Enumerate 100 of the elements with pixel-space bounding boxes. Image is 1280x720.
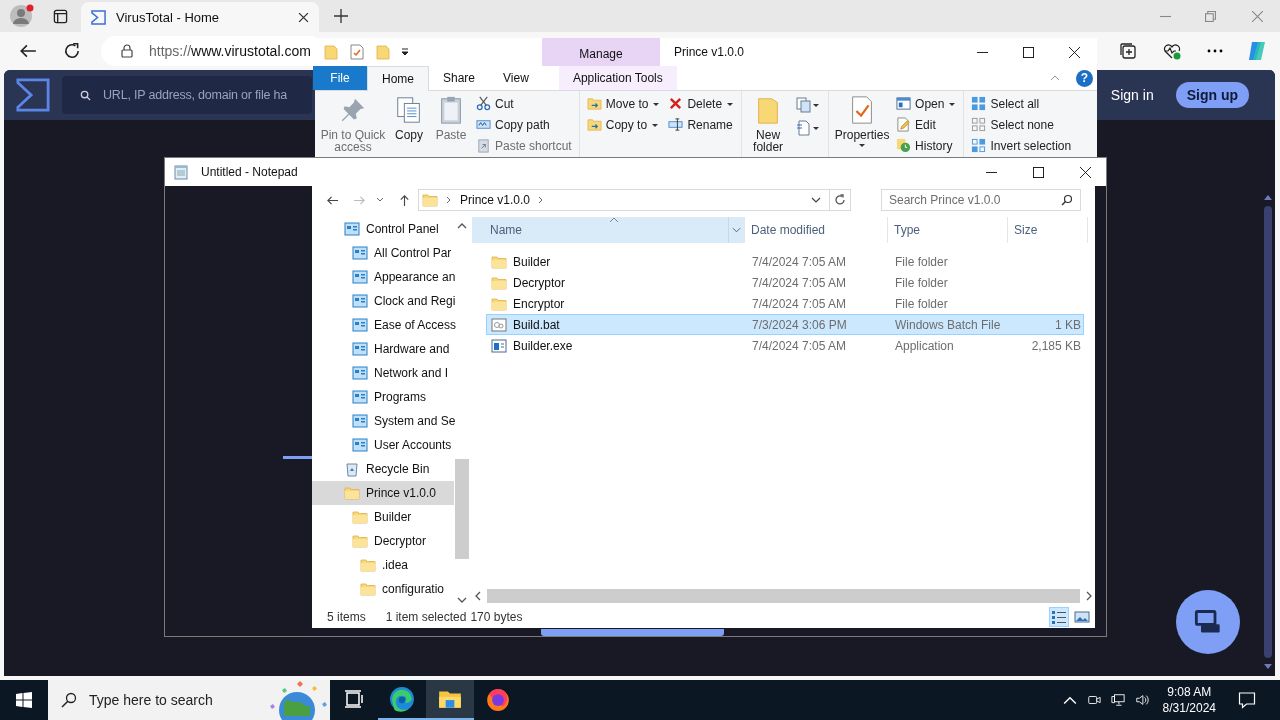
ribbon-button[interactable]: History [893,135,960,156]
collections-icon[interactable] [1119,42,1137,60]
column-header[interactable]: Size [1008,217,1088,243]
easy-access-icon[interactable] [796,120,821,136]
maximize-icon[interactable] [1023,46,1034,58]
scroll-down-icon[interactable] [457,597,467,603]
scroll-thumb[interactable] [1264,206,1272,658]
ribbon-button[interactable]: Rename [665,114,738,135]
up-icon[interactable] [398,193,411,207]
tree-item[interactable]: .idea [312,553,454,577]
tree-item[interactable]: System and Se [312,409,454,433]
recent-locations-caret-icon[interactable] [376,197,384,203]
tree-item[interactable]: Ease of Access [312,313,454,337]
collapse-ribbon-icon[interactable] [1050,75,1060,81]
file-row[interactable]: Build.bat 7/3/2024 3:06 PM Windows Batch File 1 KB [486,314,1084,335]
address-bar[interactable]: Prince v1.0.0 [418,189,851,211]
file-row[interactable]: Encryptor 7/4/2024 7:05 AM File folder [486,293,1084,314]
ribbon-button[interactable]: Select none [968,114,1075,135]
tree-item[interactable]: All Control Par [312,241,454,265]
ribbon-tab[interactable]: View [489,66,543,90]
volume-icon[interactable] [1134,693,1149,707]
customize-caret-icon[interactable] [401,48,409,56]
profile-avatar-icon[interactable] [10,4,34,28]
tab-actions-icon[interactable] [53,8,68,24]
heartbeat-icon[interactable] [1163,42,1181,60]
table-cell-text: 7/3/2024 3:06 PM [751,317,848,332]
tree-item[interactable]: Decryptor [312,529,454,553]
back-icon[interactable] [19,42,37,60]
tree-item[interactable]: Prince v1.0.0 [312,481,454,505]
refresh-icon[interactable] [63,42,81,60]
ribbon-button[interactable]: Copy to [583,114,664,135]
chevron-icon[interactable] [538,196,545,204]
file-row[interactable]: Builder 7/4/2024 7:05 AM File folder [486,251,1084,272]
notification-icon[interactable] [1238,691,1256,709]
search-field[interactable]: Type here to search [48,680,330,720]
sign-in-link[interactable]: Sign in [1110,87,1154,103]
large-icons-view-icon [1074,608,1090,625]
column-header[interactable]: Name [472,217,745,243]
close-icon[interactable] [1069,46,1080,58]
ribbon-button[interactable]: Copy path [473,114,575,135]
properties-icon[interactable] [349,44,365,60]
ribbon-tab[interactable]: Application Tools [558,66,677,90]
scroll-up-icon[interactable] [1264,194,1272,200]
file-row[interactable]: Decryptor 7/4/2024 7:05 AM File folder [486,272,1084,293]
taskbar-app[interactable] [426,680,474,720]
camera-icon[interactable] [1086,693,1101,707]
file-row[interactable]: Builder.exe 7/4/2024 7:05 AM Application 2,185 KB [486,335,1084,356]
ribbon-tab[interactable]: Share [429,66,490,90]
browser-tab[interactable]: VirusTotal - Home [81,2,319,32]
file-menu-tab[interactable]: File [313,66,367,90]
tree-item[interactable]: Programs [312,385,454,409]
network-icon[interactable] [1110,693,1125,707]
chevron-icon[interactable] [446,196,452,204]
ribbon-button[interactable]: Delete [665,93,738,114]
close-icon[interactable] [298,11,309,23]
tree-item[interactable]: Hardware and [312,337,454,361]
windows-start-icon[interactable] [16,692,32,708]
dropdown-icon[interactable] [811,197,821,203]
tree-item[interactable]: configuratio [312,577,454,601]
tree-item[interactable]: Clock and Regi [312,289,454,313]
scroll-thumb[interactable] [455,459,469,559]
copilot-icon[interactable] [1246,40,1268,62]
column-header[interactable]: Type [888,217,1008,243]
tree-item[interactable]: Recycle Bin [312,457,454,481]
ribbon-button[interactable]: Invert selection [968,135,1075,156]
scrollbar[interactable] [1263,194,1273,670]
details-view-button[interactable] [1049,606,1069,627]
ribbon-button[interactable]: Edit [893,114,960,135]
tree-item[interactable]: Network and I [312,361,454,385]
more-icon[interactable] [1207,49,1223,53]
tree-item[interactable]: Appearance an [312,265,454,289]
scroll-right-icon[interactable] [1086,590,1092,601]
ribbon-button[interactable]: Select all [968,93,1075,114]
column-header[interactable]: Date modified [745,217,888,243]
restore-icon[interactable] [1205,11,1216,22]
scroll-up-icon[interactable] [457,223,467,229]
tree-item[interactable]: Builder [312,505,454,529]
address-bar[interactable]: https://www.virustotal.com [101,36,315,66]
scroll-left-icon[interactable] [475,590,481,601]
search-field[interactable]: Search Prince v1.0.0 [881,189,1081,211]
sign-up-button[interactable]: Sign up [1175,82,1249,108]
tree-item[interactable]: Control Panel [312,217,454,241]
clock[interactable]: 9:08 AM 8/31/2024 [1162,684,1216,716]
ribbon-button[interactable]: Properties [833,93,892,157]
ribbon-button[interactable]: Move to [583,93,664,114]
breadcrumb[interactable]: Prince v1.0.0 [460,193,531,207]
ribbon-button[interactable]: Open [893,93,960,114]
new-tab-icon[interactable] [334,9,348,23]
scroll-down-icon[interactable] [1264,664,1272,670]
ribbon-button[interactable]: Cut [473,93,575,114]
help-button[interactable]: ? [1076,69,1093,87]
close-icon[interactable] [1080,166,1091,178]
maximize-icon[interactable] [1033,166,1044,178]
new-item-icon[interactable] [796,97,821,113]
search-field[interactable]: URL, IP address, domain or file ha [62,76,312,114]
ribbon-button[interactable]: New folder [746,93,791,157]
sigma-logo-icon[interactable] [16,78,50,112]
tree-item[interactable]: User Accounts [312,433,454,457]
ribbon-tab[interactable]: Home [367,66,429,91]
ribbon-button[interactable]: Copy [389,93,429,157]
